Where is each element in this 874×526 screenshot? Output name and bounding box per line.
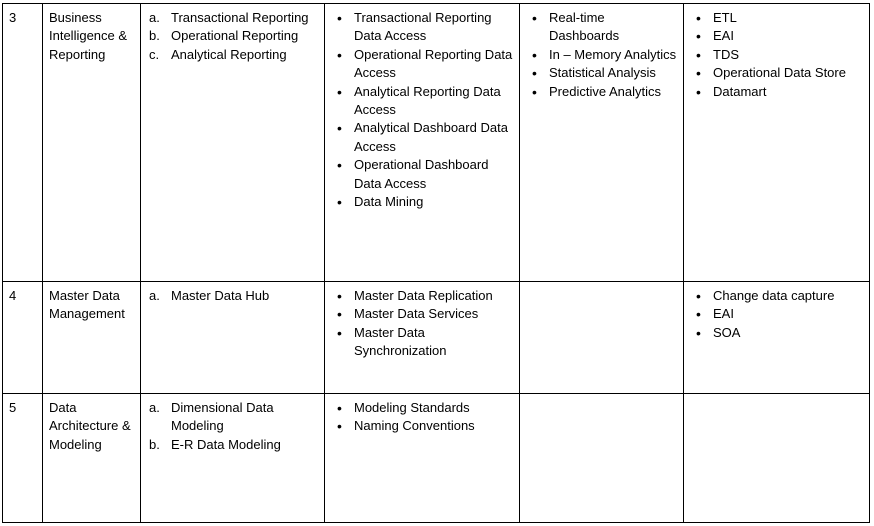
list-item-text: E-R Data Modeling xyxy=(171,436,281,452)
analytics-cell xyxy=(519,281,684,394)
list-item-text: Master Data Hub xyxy=(171,288,270,303)
list-item: EAI xyxy=(690,27,863,46)
list-marker: b. xyxy=(149,28,160,44)
services-cell: Transactional Reporting Data Access Oper… xyxy=(324,3,520,282)
list-item: Operational Data Store xyxy=(690,64,863,83)
list-item: Master Data Replication xyxy=(331,287,513,306)
list-marker: b. xyxy=(149,436,160,452)
capability-table: 3 Business Intelligence & Reporting a. Tr… xyxy=(2,3,870,523)
capabilities-list: a. Master Data Hub xyxy=(147,287,318,305)
list-item-text: Operational Reporting xyxy=(171,28,299,44)
list-item-text: Transactional Reporting xyxy=(171,10,309,25)
list-item: Analytical Dashboard Data Access xyxy=(331,119,513,156)
row-number: 5 xyxy=(2,393,43,523)
list-item: TDS xyxy=(690,46,863,65)
capabilities-cell: a. Master Data Hub xyxy=(140,281,325,394)
list-item: a. Master Data Hub xyxy=(147,287,318,305)
area-name: Master Data Management xyxy=(42,281,141,394)
list-item: Operational Reporting Data Access xyxy=(331,46,513,83)
list-item: Change data capture xyxy=(690,287,863,306)
capabilities-list: a. Transactional Reporting b. Operational … xyxy=(147,9,318,64)
capabilities-cell: a. Dimensional Data Modeling b. E-R Data M… xyxy=(140,393,325,523)
list-item: Operational Dashboard Data Access xyxy=(331,156,513,193)
services-list: Transactional Reporting Data Access Oper… xyxy=(331,9,513,212)
area-name: Data Architecture & Modeling xyxy=(42,393,141,523)
analytics-cell xyxy=(519,393,684,523)
analytics-cell: Real-time Dashboards In – Memory Analyti… xyxy=(519,3,684,282)
technologies-list: Change data capture EAI SOA xyxy=(690,287,863,343)
list-marker: a. xyxy=(149,400,160,415)
list-item: Statistical Analysis xyxy=(526,64,677,83)
list-item-text: Dimensional Data Modeling xyxy=(171,400,274,434)
list-item: SOA xyxy=(690,324,863,343)
list-item: b. E-R Data Modeling xyxy=(147,436,318,454)
row-number: 4 xyxy=(2,281,43,394)
technologies-cell: ETL EAI TDS Operational Data Store Datam… xyxy=(683,3,870,282)
list-item: Real-time Dashboards xyxy=(526,9,677,46)
list-item: In – Memory Analytics xyxy=(526,46,677,65)
analytics-list: Real-time Dashboards In – Memory Analyti… xyxy=(526,9,677,101)
list-item: Modeling Standards xyxy=(331,399,513,418)
services-cell: Modeling Standards Naming Conventions xyxy=(324,393,520,523)
list-item: Transactional Reporting Data Access xyxy=(331,9,513,46)
list-marker: c. xyxy=(149,46,160,62)
services-cell: Master Data Replication Master Data Serv… xyxy=(324,281,520,394)
table-row: 3 Business Intelligence & Reporting a. Tr… xyxy=(2,3,870,282)
list-item-text: Analytical Reporting xyxy=(171,46,287,62)
list-item: Data Mining xyxy=(331,193,513,212)
list-item: b. Operational Reporting xyxy=(147,27,318,45)
capabilities-cell: a. Transactional Reporting b. Operational … xyxy=(140,3,325,282)
list-item: Analytical Reporting Data Access xyxy=(331,83,513,120)
list-marker: a. xyxy=(149,10,160,25)
list-item: Naming Conventions xyxy=(331,417,513,436)
services-list: Master Data Replication Master Data Serv… xyxy=(331,287,513,361)
capabilities-list: a. Dimensional Data Modeling b. E-R Data M… xyxy=(147,399,318,454)
list-item: a. Dimensional Data Modeling xyxy=(147,399,318,436)
list-item: EAI xyxy=(690,305,863,324)
list-item: Predictive Analytics xyxy=(526,83,677,102)
list-item: a. Transactional Reporting xyxy=(147,9,318,27)
list-marker: a. xyxy=(149,288,160,303)
technologies-cell xyxy=(683,393,870,523)
technologies-list: ETL EAI TDS Operational Data Store Datam… xyxy=(690,9,863,101)
list-item: ETL xyxy=(690,9,863,28)
technologies-cell: Change data capture EAI SOA xyxy=(683,281,870,394)
services-list: Modeling Standards Naming Conventions xyxy=(331,399,513,436)
table-row: 4 Master Data Management a. Master Data H… xyxy=(2,281,870,394)
list-item: Master Data Synchronization xyxy=(331,324,513,361)
list-item: c. Analytical Reporting xyxy=(147,46,318,64)
list-item: Datamart xyxy=(690,83,863,102)
list-item: Master Data Services xyxy=(331,305,513,324)
row-number: 3 xyxy=(2,3,43,282)
area-name: Business Intelligence & Reporting xyxy=(42,3,141,282)
table-row: 5 Data Architecture & Modeling a. Dimensi… xyxy=(2,393,870,523)
